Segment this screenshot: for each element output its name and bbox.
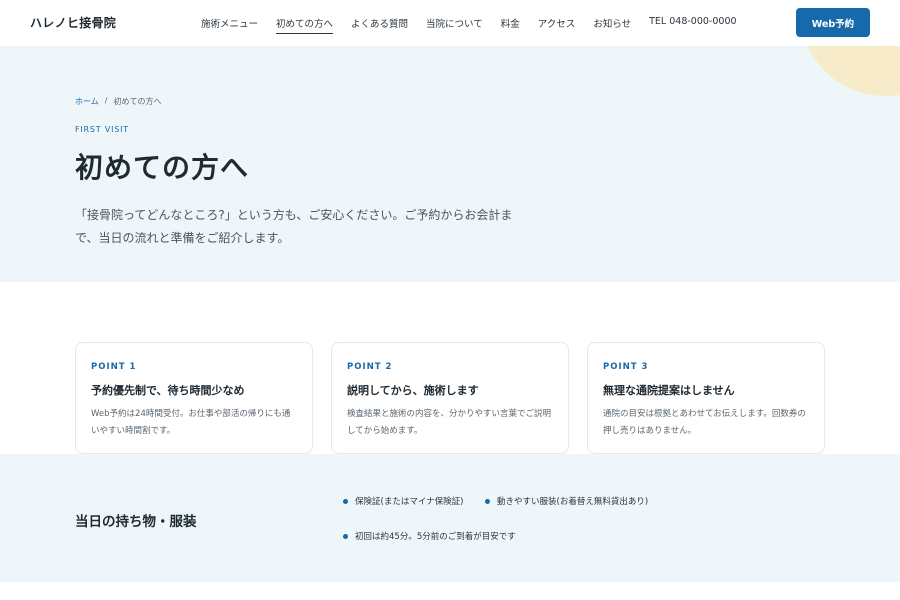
bring-list-item: 動きやすい服装(お着替え無料貸出あり) xyxy=(485,495,648,507)
bring-item-text: 動きやすい服装(お着替え無料貸出あり) xyxy=(497,497,649,507)
point-description: 通院の目安は根拠とあわせてお伝えします。回数券の押し売りはありません。 xyxy=(603,409,806,436)
point-description: 検査結果と施術の内容を、分かりやすい言葉でご説明してから始めます。 xyxy=(347,409,552,436)
point-card: POINT 2 説明してから、施術します 検査結果と施術の内容を、分かりやすい言… xyxy=(331,342,569,454)
bring-title: 当日の持ち物・服装 xyxy=(75,514,197,530)
nav-item-price[interactable]: 料金 xyxy=(501,16,520,34)
web-reservation-button[interactable]: Web予約 xyxy=(796,8,870,37)
bullet-dot-icon xyxy=(343,498,348,504)
point-title: 予約優先制で、待ち時間少なめ xyxy=(91,384,245,397)
bring-list-item: 保険証(またはマイナ保険証) xyxy=(343,495,463,507)
nav-item-first-visit[interactable]: 初めての方へ xyxy=(276,16,334,34)
breadcrumb-home-link[interactable]: ホーム xyxy=(75,96,99,107)
hero-lead-text: 「接骨院ってどんなところ?」という方も、ご安心ください。ご予約からお会計まで、当… xyxy=(75,208,513,245)
phone-number-link[interactable]: TEL 048-000-0000 xyxy=(649,16,736,34)
bring-item-text: 初回は約45分。5分前のご到着が目安です xyxy=(355,532,516,542)
nav-item-menu[interactable]: 施術メニュー xyxy=(201,16,258,34)
point-description: Web予約は24時間受付。お仕事や部活の帰りにも通いやすい時間割です。 xyxy=(91,409,291,436)
main-nav: 施術メニュー 初めての方へ よくある質問 当院について 料金 アクセス お知らせ… xyxy=(201,16,737,34)
point-title: 説明してから、施術します xyxy=(347,384,479,397)
bullet-dot-icon xyxy=(343,533,348,539)
points-section: POINT 1 予約優先制で、待ち時間少なめ Web予約は24時間受付。お仕事や… xyxy=(75,342,825,454)
nav-item-faq[interactable]: よくある質問 xyxy=(351,16,408,34)
page-title: 初めての方へ xyxy=(75,151,250,184)
breadcrumb: ホーム / 初めての方へ xyxy=(75,96,161,107)
bring-list-item: 初回は約45分。5分前のご到着が目安です xyxy=(343,530,516,542)
point-label: POINT 3 xyxy=(603,362,649,372)
site-logo[interactable]: ハレノヒ接骨院 xyxy=(30,14,116,31)
hero-section: ホーム / 初めての方へ FIRST VISIT 初めての方へ 「接骨院ってどん… xyxy=(0,46,900,282)
page: ハレノヒ接骨院 施術メニュー 初めての方へ よくある質問 当院について 料金 ア… xyxy=(0,0,900,600)
point-card: POINT 3 無理な通院提案はしません 通院の目安は根拠とあわせてお伝えします… xyxy=(587,342,825,454)
bring-section: 当日の持ち物・服装 保険証(またはマイナ保険証) 動きやすい服装(お着替え無料貸… xyxy=(0,454,900,582)
point-label: POINT 2 xyxy=(347,362,393,372)
hero-eyebrow: FIRST VISIT xyxy=(75,125,129,134)
decorative-circle xyxy=(800,46,900,96)
bring-item-text: 保険証(またはマイナ保険証) xyxy=(355,497,464,507)
point-label: POINT 1 xyxy=(91,362,137,372)
breadcrumb-separator: / xyxy=(104,96,108,105)
site-header: ハレノヒ接骨院 施術メニュー 初めての方へ よくある質問 当院について 料金 ア… xyxy=(0,0,900,46)
nav-item-access[interactable]: アクセス xyxy=(538,16,576,34)
nav-item-about[interactable]: 当院について xyxy=(426,16,483,34)
breadcrumb-current: 初めての方へ xyxy=(113,97,162,106)
point-title: 無理な通院提案はしません xyxy=(603,384,735,397)
point-card: POINT 1 予約優先制で、待ち時間少なめ Web予約は24時間受付。お仕事や… xyxy=(75,342,313,454)
bullet-dot-icon xyxy=(485,498,490,504)
nav-item-news[interactable]: お知らせ xyxy=(593,16,631,34)
